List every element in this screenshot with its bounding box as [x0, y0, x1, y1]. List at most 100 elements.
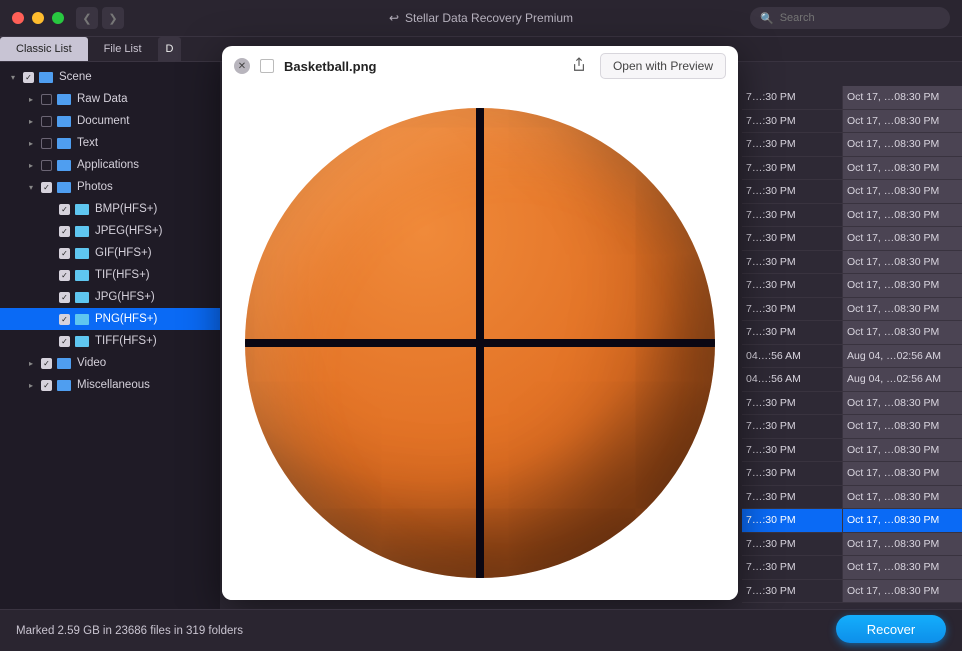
search-input[interactable]	[780, 12, 940, 24]
sidebar-item-label: JPG(HFS+)	[95, 291, 155, 303]
share-button[interactable]	[572, 57, 590, 75]
sidebar-item-jpeg-hfs-[interactable]: ✓JPEG(HFS+)	[0, 220, 220, 242]
checkbox[interactable]: ✓	[41, 182, 52, 193]
checkbox[interactable]: ✓	[59, 314, 70, 325]
sidebar-item-gif-hfs-[interactable]: ✓ GIF(HFS+)	[0, 242, 220, 264]
cell-creation-date: 7…:30 PM	[742, 157, 842, 180]
table-row[interactable]: 7…:30 PMOct 17, …08:30 PM	[742, 110, 962, 134]
chevron-right-icon[interactable]: ▸	[26, 381, 36, 390]
checkbox[interactable]	[41, 160, 52, 171]
undo-icon: ↩	[389, 11, 399, 25]
close-window-button[interactable]	[12, 12, 24, 24]
nav-back-button[interactable]: ❮	[76, 7, 98, 29]
checkbox[interactable]: ✓	[59, 226, 70, 237]
cell-modification-date: Oct 17, …08:30 PM	[842, 180, 962, 203]
chevron-down-icon[interactable]: ▾	[8, 73, 18, 82]
sidebar-item-raw-data[interactable]: ▸Raw Data	[0, 88, 220, 110]
titlebar: ❮ ❯ ↩ Stellar Data Recovery Premium 🔍	[0, 0, 962, 36]
checkbox[interactable]: ✓	[23, 72, 34, 83]
table-row[interactable]: 7…:30 PMOct 17, …08:30 PM	[742, 486, 962, 510]
table-row[interactable]: 7…:30 PMOct 17, …08:30 PM	[742, 204, 962, 228]
cell-modification-date: Oct 17, …08:30 PM	[842, 556, 962, 579]
cell-modification-date: Oct 17, …08:30 PM	[842, 321, 962, 344]
sidebar-item-tif-hfs-[interactable]: ✓TIF(HFS+)	[0, 264, 220, 286]
folder-icon	[57, 116, 71, 127]
cell-modification-date: Aug 04, …02:56 AM	[842, 368, 962, 391]
file-icon	[260, 59, 274, 73]
table-row[interactable]: 7…:30 PMOct 17, …08:30 PM	[742, 533, 962, 557]
tab-classic-list[interactable]: Classic List	[0, 37, 88, 61]
table-row[interactable]: 7…:30 PMOct 17, …08:30 PM	[742, 251, 962, 275]
checkbox[interactable]: ✓	[59, 248, 70, 259]
sidebar-tree[interactable]: ▾✓Scene▸Raw Data▸Document▸Text▸Applicati…	[0, 62, 220, 609]
checkbox[interactable]: ✓	[41, 358, 52, 369]
table-row[interactable]: 7…:30 PMOct 17, …08:30 PM	[742, 580, 962, 604]
cell-modification-date: Oct 17, …08:30 PM	[842, 110, 962, 133]
table-row[interactable]: 7…:30 PMOct 17, …08:30 PM	[742, 415, 962, 439]
sidebar-item-tiff-hfs-[interactable]: ✓TIFF(HFS+)	[0, 330, 220, 352]
open-with-preview-button[interactable]: Open with Preview	[600, 53, 726, 79]
sidebar-item-video[interactable]: ▸✓Video	[0, 352, 220, 374]
table-row[interactable]: 7…:30 PMOct 17, …08:30 PM	[742, 392, 962, 416]
checkbox[interactable]: ✓	[59, 270, 70, 281]
table-row[interactable]: 7…:30 PMOct 17, …08:30 PM	[742, 439, 962, 463]
chevron-right-icon[interactable]: ▸	[26, 139, 36, 148]
table-row[interactable]: 7…:30 PMOct 17, …08:30 PM	[742, 157, 962, 181]
table-row[interactable]: 7…:30 PMOct 17, …08:30 PM	[742, 462, 962, 486]
status-text: Marked 2.59 GB in 23686 files in 319 fol…	[16, 625, 243, 637]
table-row[interactable]: 7…:30 PMOct 17, …08:30 PM	[742, 133, 962, 157]
table-row[interactable]: 7…:30 PMOct 17, …08:30 PM	[742, 180, 962, 204]
recover-button[interactable]: Recover	[836, 615, 946, 643]
sidebar-item-bmp-hfs-[interactable]: ✓BMP(HFS+)	[0, 198, 220, 220]
cell-creation-date: 7…:30 PM	[742, 298, 842, 321]
minimize-window-button[interactable]	[32, 12, 44, 24]
table-row[interactable]: 7…:30 PMOct 17, …08:30 PM	[742, 556, 962, 580]
sidebar-item-text[interactable]: ▸Text	[0, 132, 220, 154]
folder-icon	[75, 248, 89, 259]
chevron-right-icon[interactable]: ▸	[26, 117, 36, 126]
chevron-right-icon[interactable]: ▸	[26, 161, 36, 170]
folder-icon	[57, 182, 71, 193]
cell-creation-date: 7…:30 PM	[742, 509, 842, 532]
table-row[interactable]: 7…:30 PMOct 17, …08:30 PM	[742, 321, 962, 345]
checkbox[interactable]	[41, 138, 52, 149]
sidebar-item-jpg-hfs-[interactable]: ✓ JPG(HFS+)	[0, 286, 220, 308]
table-row[interactable]: 7…:30 PMOct 17, …08:30 PM	[742, 274, 962, 298]
file-table[interactable]: 7…:30 PMOct 17, …08:30 PM7…:30 PMOct 17,…	[742, 86, 962, 603]
search-bar[interactable]: 🔍	[750, 7, 950, 29]
table-row[interactable]: 04…:56 AMAug 04, …02:56 AM	[742, 368, 962, 392]
sidebar-item-document[interactable]: ▸Document	[0, 110, 220, 132]
folder-icon	[75, 314, 89, 325]
zoom-window-button[interactable]	[52, 12, 64, 24]
table-row[interactable]: 7…:30 PMOct 17, …08:30 PM	[742, 509, 962, 533]
checkbox[interactable]	[41, 116, 52, 127]
chevron-right-icon[interactable]: ▸	[26, 95, 36, 104]
table-row[interactable]: 7…:30 PMOct 17, …08:30 PM	[742, 86, 962, 110]
nav-forward-button[interactable]: ❯	[102, 7, 124, 29]
checkbox[interactable]: ✓	[59, 292, 70, 303]
sidebar-item-label: Miscellaneous	[77, 379, 150, 391]
tab-deleted-list[interactable]: D	[158, 37, 182, 61]
checkbox[interactable]: ✓	[59, 204, 70, 215]
checkbox[interactable]: ✓	[41, 380, 52, 391]
table-row[interactable]: 7…:30 PMOct 17, …08:30 PM	[742, 227, 962, 251]
table-row[interactable]: 7…:30 PMOct 17, …08:30 PM	[742, 298, 962, 322]
table-row[interactable]: 04…:56 AMAug 04, …02:56 AM	[742, 345, 962, 369]
checkbox[interactable]	[41, 94, 52, 105]
sidebar-item-scene[interactable]: ▾✓Scene	[0, 66, 220, 88]
cell-modification-date: Oct 17, …08:30 PM	[842, 133, 962, 156]
chevron-down-icon[interactable]: ▾	[26, 183, 36, 192]
chevron-right-icon[interactable]: ▸	[26, 359, 36, 368]
cell-creation-date: 04…:56 AM	[742, 368, 842, 391]
checkbox[interactable]: ✓	[59, 336, 70, 347]
preview-body	[222, 86, 738, 600]
sidebar-item-png-hfs-[interactable]: ✓PNG(HFS+)	[0, 308, 220, 330]
close-preview-button[interactable]: ✕	[234, 58, 250, 74]
cell-creation-date: 7…:30 PM	[742, 415, 842, 438]
cell-creation-date: 7…:30 PM	[742, 133, 842, 156]
sidebar-item-applications[interactable]: ▸Applications	[0, 154, 220, 176]
sidebar-item-miscellaneous[interactable]: ▸ ✓ Miscellaneous	[0, 374, 220, 396]
tab-file-list[interactable]: File List	[88, 37, 158, 61]
sidebar-item-label: GIF(HFS+)	[95, 247, 152, 259]
sidebar-item-photos[interactable]: ▾✓Photos	[0, 176, 220, 198]
